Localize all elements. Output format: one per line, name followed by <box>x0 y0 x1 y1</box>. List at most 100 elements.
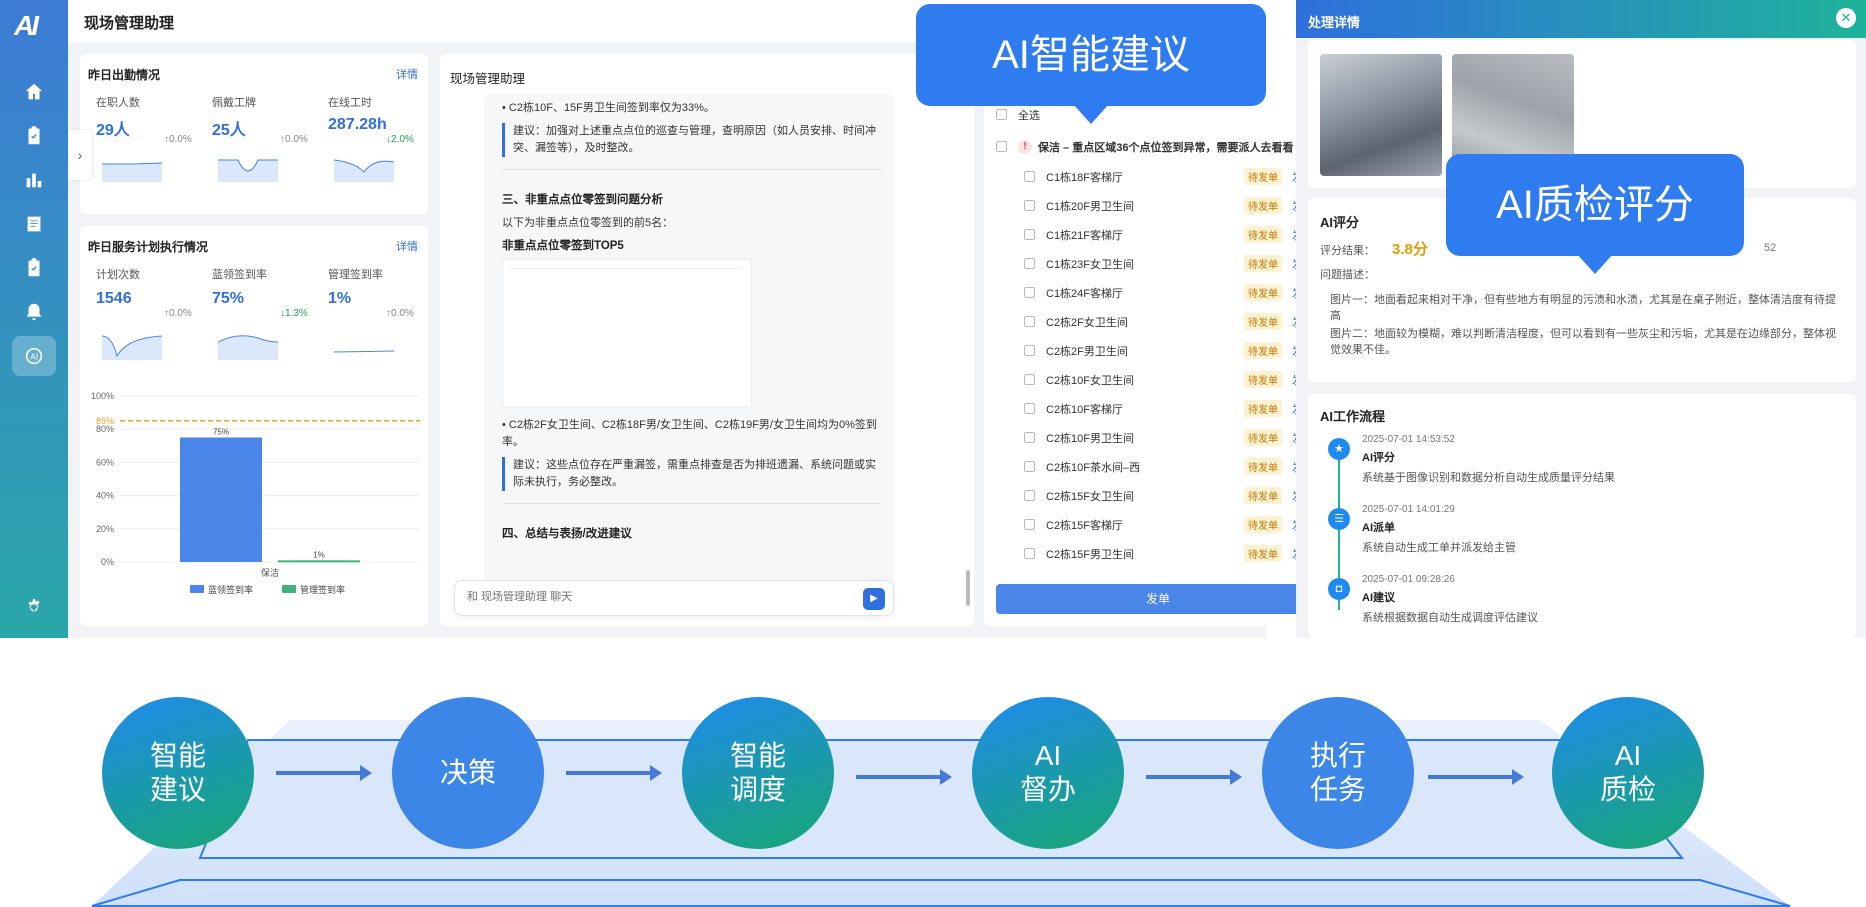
task-row[interactable]: C2栋10F女卫生间待发单发单 <box>1024 365 1314 394</box>
arrow-right-icon <box>276 765 372 781</box>
checklist-icon[interactable] <box>12 248 56 288</box>
task-row[interactable]: C2栋15F男卫生间待发单发单 <box>1024 539 1314 568</box>
flow-step: 智能 调度 <box>682 697 834 849</box>
attendance-card: 昨日出勤情况 详情 在职人数 29人 ↑0.0% 佩戴工牌 25人 ↑0.0% … <box>80 54 428 214</box>
checkbox[interactable] <box>1024 200 1035 211</box>
bar-data-label: 75% <box>213 428 229 437</box>
task-row[interactable]: C1栋18F客梯厅待发单发单 <box>1024 162 1314 191</box>
status-badge: 待发单 <box>1244 516 1282 533</box>
desc-label: 问题描述： <box>1320 269 1375 281</box>
chat-text: C2栋2F女卫生间、C2栋18F男/女卫生间、C2栋19F男/女卫生间均为0%签… <box>502 419 877 448</box>
app-logo: AI <box>14 10 39 41</box>
sign-in-rate-bar-chart: 100%80%60%40%20%0%85%75%1%保洁蓝领签到率 管理签到率 <box>91 391 420 595</box>
task-row[interactable]: C1栋20F男卫生间待发单发单 <box>1024 191 1314 220</box>
checkbox[interactable] <box>1024 374 1035 385</box>
checkbox[interactable] <box>1024 171 1035 182</box>
desc-text: 图片一：地面看起来相对干净，但有些地方有明显的污渍和水渍，尤其是在桌子附近，整体… <box>1330 294 1836 322</box>
status-badge: 待发单 <box>1244 168 1282 185</box>
thumbnail-line <box>511 268 743 269</box>
metric-delta: ↑0.0% <box>280 134 308 145</box>
robot-icon: ◘ <box>1328 578 1350 600</box>
sparkline <box>218 335 278 360</box>
task-location: C1栋20F男卫生间 <box>1046 200 1135 213</box>
chat-suggestion: 建议：加强对上述重点点位的巡查与管理，查明原因（如人员安排、时间冲突、漏签等），… <box>502 123 882 157</box>
task-group[interactable]: ! 保洁 – 重点区域36个点位签到异常，需要派人去看看 <box>996 132 1293 161</box>
flow-step: AI 督办 <box>972 697 1124 849</box>
score-time: 52 <box>1764 242 1777 254</box>
task-row[interactable]: C2栋2F男卫生间待发单发单 <box>1024 336 1314 365</box>
step-name: AI建议 <box>1362 592 1395 604</box>
task-location: C1栋21F客梯厅 <box>1046 229 1124 242</box>
photo-floor-image[interactable] <box>1320 54 1442 176</box>
task-row[interactable]: C2栋10F茶水间–西待发单发单 <box>1024 452 1314 481</box>
list-icon: ☰ <box>1328 508 1350 530</box>
checkbox[interactable] <box>996 109 1007 120</box>
checkbox[interactable] <box>1024 432 1035 443</box>
task-row[interactable]: C2栋10F男卫生间待发单发单 <box>1024 423 1314 452</box>
task-row[interactable]: C2栋15F女卫生间待发单发单 <box>1024 481 1314 510</box>
checkbox[interactable] <box>996 141 1007 152</box>
y-tick-label: 60% <box>96 457 114 467</box>
service-detail-link[interactable]: 详情 <box>396 238 418 254</box>
scrollbar[interactable] <box>966 570 970 606</box>
checkbox[interactable] <box>1024 490 1035 501</box>
checkbox[interactable] <box>1024 345 1035 356</box>
metric-value: 287.28h <box>328 116 387 133</box>
flow-step: 决策 <box>392 697 544 849</box>
x-tick-label: 保洁 <box>261 567 279 578</box>
home-icon[interactable] <box>12 72 56 112</box>
metric-delta: ↑0.0% <box>164 134 192 145</box>
task-row[interactable]: C1栋23F女卫生间待发单发单 <box>1024 249 1314 278</box>
sparkline <box>334 159 394 182</box>
checkbox[interactable] <box>1024 519 1035 530</box>
flow-step: AI 质检 <box>1552 697 1704 849</box>
metric-delta: ↓2.0% <box>386 134 414 145</box>
bell-icon[interactable] <box>12 292 56 332</box>
metric-value: 1% <box>328 290 352 307</box>
close-icon[interactable]: ✕ <box>1836 8 1856 28</box>
document-icon[interactable] <box>12 204 56 244</box>
flow-step-label: 决策 <box>439 757 496 788</box>
chat-title: 现场管理助理 <box>450 72 526 86</box>
task-row[interactable]: C1栋24F客梯厅待发单发单 <box>1024 278 1314 307</box>
task-row[interactable]: C2栋2F女卫生间待发单发单 <box>1024 307 1314 336</box>
checkbox[interactable] <box>1024 548 1035 559</box>
checkbox[interactable] <box>1024 229 1035 240</box>
flow-step-label: 质检 <box>1599 774 1656 805</box>
task-location: C2栋10F女卫生间 <box>1046 374 1135 387</box>
bar <box>278 560 360 563</box>
bar-data-label: 1% <box>313 550 325 559</box>
checkbox[interactable] <box>1024 316 1035 327</box>
timeline-step: 2025-07-01 14:53:52 AI评分 系统基于图像识别和数据分析自动… <box>1362 434 1615 485</box>
checkbox[interactable] <box>1024 461 1035 472</box>
status-badge: 待发单 <box>1244 342 1282 359</box>
task-row[interactable]: C1栋21F客梯厅待发单发单 <box>1024 220 1314 249</box>
collapse-chevron-icon[interactable]: › <box>68 130 92 180</box>
clipboard-icon[interactable] <box>12 116 56 156</box>
chat-input-box[interactable]: ▶ <box>454 580 894 616</box>
step-desc: 系统自动生成工单并派发给主管 <box>1362 542 1516 554</box>
sparkline <box>102 162 162 182</box>
dispatch-submit-button[interactable]: 发单 <box>996 584 1320 614</box>
detail-panel: 处理详情 ✕ AI评分 评分结果： 3.8分 52 问题描述： 图片一：地面看起… <box>1296 0 1866 638</box>
checkbox[interactable] <box>1024 258 1035 269</box>
task-row[interactable]: C2栋10F客梯厅待发单发单 <box>1024 394 1314 423</box>
chat-bullet: • C2栋10F、15F男卫生间签到率仅为33%。 <box>502 102 715 114</box>
divider <box>502 503 882 504</box>
status-badge: 待发单 <box>1244 487 1282 504</box>
ai-assistant-icon[interactable]: AI <box>12 336 56 376</box>
section-heading: 四、总结与表扬/改进建议 <box>502 528 632 540</box>
checkbox[interactable] <box>1024 287 1035 298</box>
attendance-detail-link[interactable]: 详情 <box>396 66 418 82</box>
select-all-label: 全选 <box>1018 109 1040 122</box>
send-icon[interactable]: ▶ <box>863 588 885 610</box>
status-badge: 待发单 <box>1244 400 1282 417</box>
task-row[interactable]: C2栋15F客梯厅待发单发单 <box>1024 510 1314 539</box>
chat-input[interactable] <box>467 591 827 603</box>
settings-gear-icon[interactable] <box>12 588 56 628</box>
page-title: 现场管理助理 <box>84 15 175 32</box>
metric-value: 1546 <box>96 290 132 307</box>
bar-chart-icon[interactable] <box>12 160 56 200</box>
checkbox[interactable] <box>1024 403 1035 414</box>
detail-header: 处理详情 ✕ <box>1296 0 1866 38</box>
